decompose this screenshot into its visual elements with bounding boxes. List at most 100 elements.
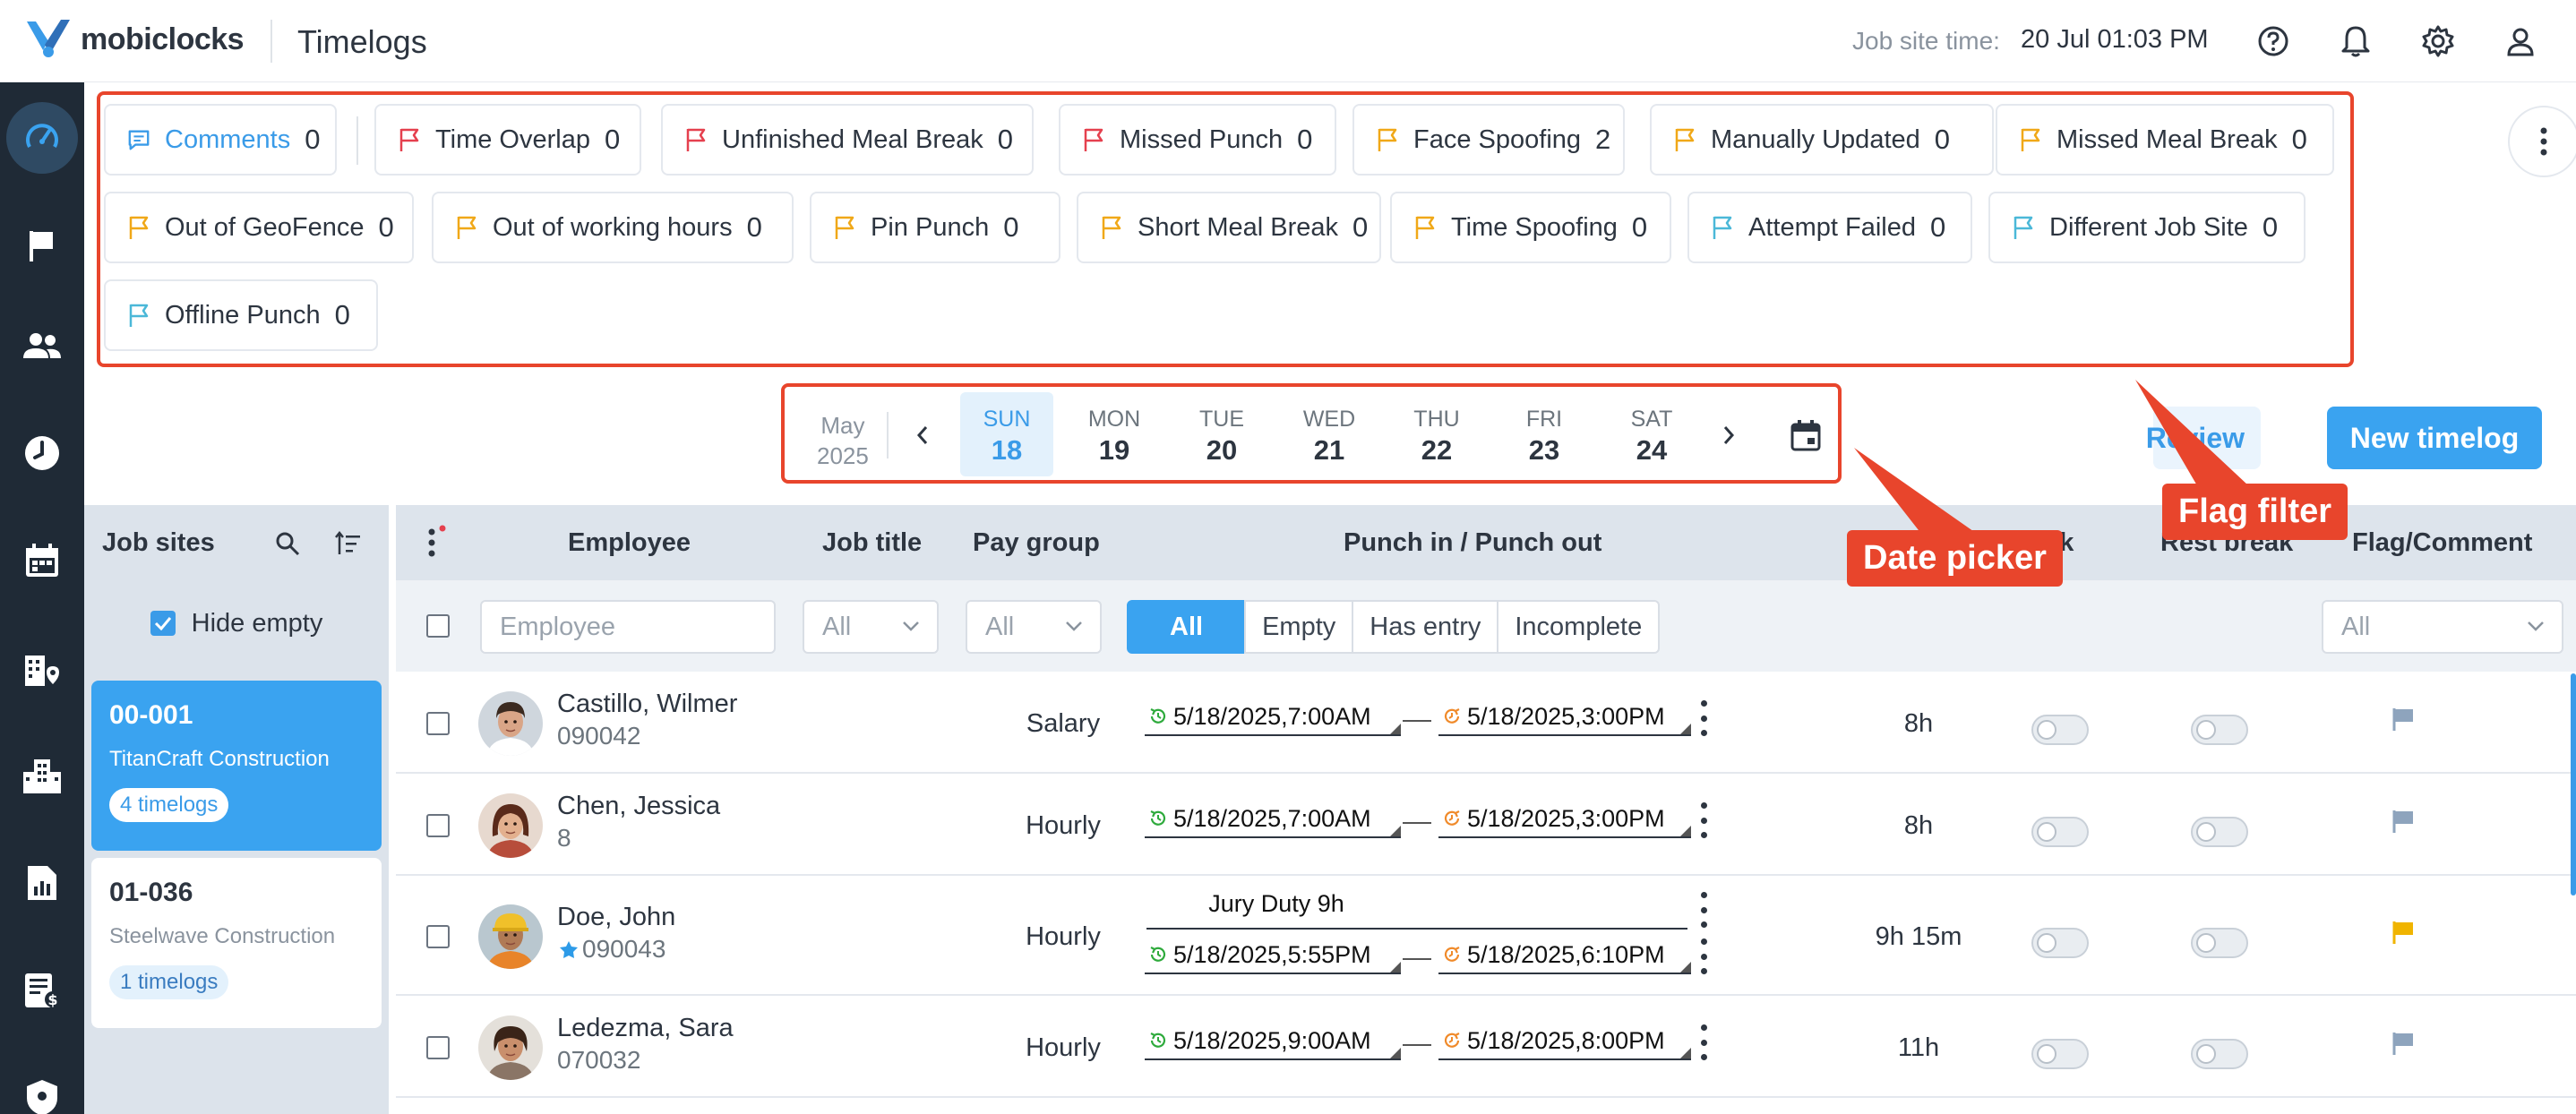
- flag-filter-chip[interactable]: Attempt Failed 0: [1687, 192, 1972, 263]
- flag-filter-chip[interactable]: Comments 0: [104, 104, 337, 176]
- flag-icon[interactable]: [2390, 706, 2417, 733]
- new-timelog-button[interactable]: New timelog: [2327, 407, 2542, 469]
- meal-break-toggle[interactable]: [2031, 715, 2089, 745]
- punch-in-field[interactable]: 5/18/2025,9:00AM: [1145, 1023, 1401, 1060]
- punch-out-field[interactable]: 5/18/2025,3:00PM: [1438, 801, 1691, 838]
- day-thu[interactable]: THU 22: [1390, 392, 1483, 476]
- punch-in-field[interactable]: 5/18/2025,7:00AM: [1145, 801, 1401, 838]
- segment-has-entry[interactable]: Has entry: [1352, 600, 1499, 654]
- segment-empty[interactable]: Empty: [1244, 600, 1354, 654]
- meal-break-toggle[interactable]: [2031, 817, 2089, 847]
- flag-filter-chip[interactable]: Short Meal Break 0: [1077, 192, 1381, 263]
- flag-filter-chip[interactable]: Missed Punch 0: [1059, 104, 1336, 176]
- day-tue[interactable]: TUE 20: [1175, 392, 1268, 476]
- punch-options-button[interactable]: [1698, 892, 1709, 928]
- employee-name[interactable]: Castillo, Wilmer: [557, 690, 737, 719]
- rest-break-toggle[interactable]: [2191, 1039, 2248, 1069]
- column-job-title[interactable]: Job title: [822, 528, 922, 558]
- column-flag-comment[interactable]: Flag/Comment: [2352, 528, 2532, 558]
- punch-in-field[interactable]: 5/18/2025,5:55PM: [1145, 937, 1401, 974]
- flag-filter-chip[interactable]: Manually Updated 0: [1650, 104, 1994, 176]
- column-employee[interactable]: Employee: [568, 528, 691, 558]
- row-checkbox[interactable]: [426, 1036, 450, 1059]
- hide-empty-checkbox[interactable]: [150, 611, 176, 636]
- flag-icon[interactable]: [2390, 808, 2417, 835]
- employee-name[interactable]: Ledezma, Sara: [557, 1014, 734, 1043]
- flag-icon[interactable]: [2390, 1030, 2417, 1057]
- flag-filter-chip[interactable]: Different Job Site 0: [1988, 192, 2306, 263]
- sidebar-item-schedule[interactable]: [0, 525, 84, 596]
- sidebar-item-employees[interactable]: [0, 310, 84, 381]
- job-site-card[interactable]: 00-001 TitanCraft Construction 4 timelog…: [91, 681, 382, 851]
- column-pay-group[interactable]: Pay group: [973, 528, 1100, 558]
- row-checkbox[interactable]: [426, 925, 450, 948]
- flag-icon[interactable]: [2390, 919, 2417, 946]
- punch-out-field[interactable]: 5/18/2025,8:00PM: [1438, 1023, 1691, 1060]
- flag-filter-chip[interactable]: Out of working hours 0: [432, 192, 794, 263]
- job-title-filter-select[interactable]: All: [803, 600, 939, 654]
- next-week-button[interactable]: [1711, 414, 1747, 457]
- punch-options-button[interactable]: [1698, 700, 1709, 736]
- sidebar-item-flags[interactable]: [0, 210, 84, 281]
- punch-out-field[interactable]: 5/18/2025,6:10PM: [1438, 937, 1691, 974]
- row-checkbox[interactable]: [426, 814, 450, 837]
- previous-week-button[interactable]: [905, 414, 940, 457]
- sidebar-item-dashboard[interactable]: [0, 102, 84, 174]
- employee-name[interactable]: Chen, Jessica: [557, 792, 720, 821]
- search-icon[interactable]: [274, 530, 301, 557]
- sidebar-item-reports[interactable]: [0, 847, 84, 919]
- flag-filter-chip[interactable]: Pin Punch 0: [810, 192, 1060, 263]
- sidebar-item-payroll[interactable]: $: [0, 955, 84, 1026]
- meal-break-toggle[interactable]: [2031, 1039, 2089, 1069]
- punch-options-button[interactable]: [1698, 802, 1709, 838]
- hide-empty-toggle[interactable]: Hide empty: [84, 580, 389, 666]
- absence-note[interactable]: Jury Duty 9h: [1146, 890, 1406, 918]
- settings-gear-icon[interactable]: [2420, 23, 2456, 59]
- day-sun[interactable]: SUN 18: [960, 392, 1053, 476]
- flag-filter-chip[interactable]: Time Spoofing 0: [1390, 192, 1671, 263]
- job-site-card[interactable]: 01-036 Steelwave Construction 1 timelogs: [91, 858, 382, 1028]
- sidebar-item-job-sites[interactable]: [0, 632, 84, 704]
- column-options-button[interactable]: [425, 525, 446, 567]
- day-mon[interactable]: MON 19: [1068, 392, 1161, 476]
- month-year-label[interactable]: May 2025: [817, 410, 869, 471]
- help-icon[interactable]: [2255, 23, 2291, 59]
- sidebar-item-timelogs[interactable]: [0, 417, 84, 489]
- flag-filter-chip[interactable]: Missed Meal Break 0: [1996, 104, 2334, 176]
- table-row[interactable]: Doe, John 090043 Hourly Jury Duty 9h 5/18/20…: [396, 878, 2576, 996]
- punch-options-button[interactable]: [1698, 938, 1709, 974]
- day-fri[interactable]: FRI 23: [1498, 392, 1591, 476]
- table-row[interactable]: Chen, Jessica 8 Hourly 5/18/2025,7:00AM 5/18…: [396, 776, 2576, 876]
- flag-filter-chip[interactable]: Unfinished Meal Break 0: [661, 104, 1034, 176]
- table-scrollbar[interactable]: [2571, 673, 2576, 895]
- row-checkbox[interactable]: [426, 712, 450, 735]
- pay-group-filter-select[interactable]: All: [966, 600, 1102, 654]
- calendar-button[interactable]: [1786, 414, 1825, 457]
- sort-icon[interactable]: [333, 530, 362, 557]
- rest-break-toggle[interactable]: [2191, 715, 2248, 745]
- punch-options-button[interactable]: [1698, 1024, 1709, 1060]
- punch-in-field[interactable]: 5/18/2025,7:00AM: [1145, 698, 1401, 736]
- more-options-button[interactable]: [2508, 106, 2576, 177]
- table-row[interactable]: Castillo, Wilmer 090042 Salary 5/18/2025,7:…: [396, 673, 2576, 774]
- table-row[interactable]: Ledezma, Sara 070032 Hourly 5/18/2025,9:00A…: [396, 998, 2576, 1098]
- day-wed[interactable]: WED 21: [1283, 392, 1376, 476]
- brand-logo[interactable]: mobiclocks: [23, 14, 245, 64]
- flag-filter-chip[interactable]: Face Spoofing 2: [1352, 104, 1625, 176]
- column-punch[interactable]: Punch in / Punch out: [1344, 528, 1601, 558]
- rest-break-toggle[interactable]: [2191, 817, 2248, 847]
- segment-all[interactable]: All: [1127, 600, 1247, 654]
- flag-filter-chip[interactable]: Offline Punch 0: [104, 279, 378, 351]
- select-all-checkbox[interactable]: [426, 614, 450, 638]
- rest-break-toggle[interactable]: [2191, 928, 2248, 958]
- flag-filter-chip[interactable]: Out of GeoFence 0: [104, 192, 414, 263]
- segment-incomplete[interactable]: Incomplete: [1497, 600, 1661, 654]
- flag-filter-select[interactable]: All: [2322, 600, 2563, 654]
- flag-filter-chip[interactable]: Time Overlap 0: [374, 104, 641, 176]
- employee-search-input[interactable]: Employee: [480, 600, 776, 654]
- user-account-icon[interactable]: [2503, 23, 2538, 59]
- day-sat[interactable]: SAT 24: [1605, 392, 1698, 476]
- meal-break-toggle[interactable]: [2031, 928, 2089, 958]
- employee-name[interactable]: Doe, John: [557, 903, 675, 932]
- sidebar-item-security[interactable]: [0, 1062, 84, 1114]
